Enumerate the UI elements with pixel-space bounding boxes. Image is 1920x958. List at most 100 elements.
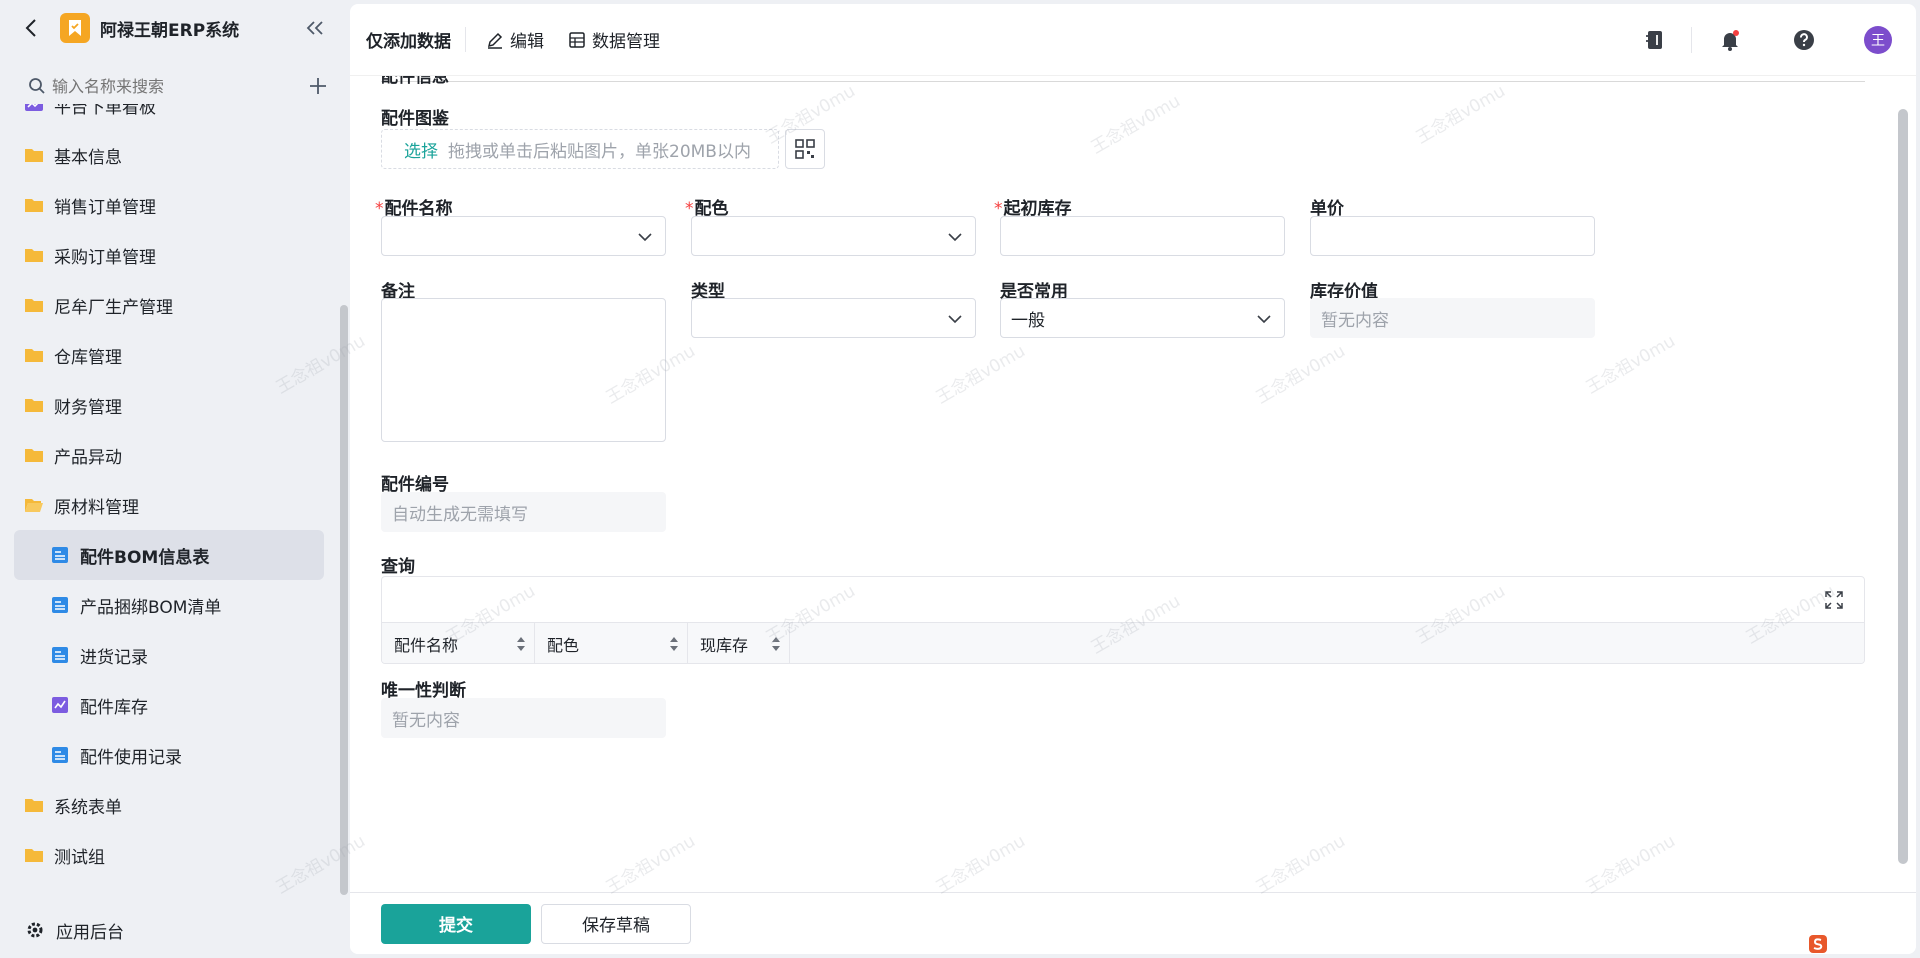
sidebar-item-label: 基本信息 [54, 147, 122, 168]
submit-button[interactable]: 提交 [381, 903, 531, 944]
sidebar-item-raw-materials[interactable]: 原材料管理 [14, 480, 324, 530]
folder-icon [25, 199, 43, 212]
sidebar-item-production[interactable]: 尼牟厂生产管理 [14, 280, 324, 330]
top-toolbar: 仅添加数据 编辑 数据管理 王 [350, 4, 1916, 76]
chevron-down-icon [948, 315, 962, 324]
sidebar-item-label: 进货记录 [80, 647, 148, 668]
sidebar-item-test-group[interactable]: 测试组 [14, 830, 324, 880]
search-input[interactable] [52, 76, 308, 96]
section-title: 配件信息 [381, 76, 1865, 87]
sidebar-item-product-changes[interactable]: 产品异动 [14, 430, 324, 480]
column-header-current-stock[interactable]: 现库存 [688, 623, 790, 663]
sidebar-item-label: 配件库存 [80, 697, 148, 718]
sidebar-item-app-admin[interactable]: 应用后台 [0, 905, 340, 955]
init-stock-input[interactable] [1000, 216, 1285, 256]
table-icon [569, 31, 585, 48]
sort-icon[interactable] [669, 636, 679, 652]
report-chart-icon [52, 697, 68, 713]
type-select[interactable] [691, 298, 976, 338]
sidebar: 阿禄王朝ERP系统 平台下单看板 基本信息 销售订单管理 采购订单管理 [0, 0, 348, 958]
folder-icon [25, 149, 43, 162]
column-header-label: 现库存 [700, 636, 749, 655]
query-subtable: 配件名称 配色 现库存 [381, 576, 1865, 664]
sidebar-item-dashboard[interactable]: 平台下单看板 [14, 104, 324, 130]
page-title: 仅添加数据 [366, 27, 466, 52]
color-select[interactable] [691, 216, 976, 256]
sidebar-item-label: 配件BOM信息表 [80, 547, 210, 568]
dashboard-icon [25, 104, 43, 111]
folder-icon [25, 299, 43, 312]
folder-icon [25, 849, 43, 862]
sidebar-item-finance[interactable]: 财务管理 [14, 380, 324, 430]
collapse-sidebar-icon[interactable] [304, 17, 326, 39]
back-arrow-icon[interactable] [20, 17, 42, 39]
folder-icon [25, 399, 43, 412]
gear-icon [27, 922, 43, 938]
column-header-part-name[interactable]: 配件名称 [382, 623, 535, 663]
sidebar-item-purchase-orders[interactable]: 采购订单管理 [14, 230, 324, 280]
sidebar-item-label: 仓库管理 [54, 347, 122, 368]
input-method-icon[interactable] [1808, 934, 1828, 954]
image-label: 配件图鉴 [381, 109, 449, 129]
unit-price-input[interactable] [1310, 216, 1595, 256]
sidebar-item-label: 销售订单管理 [54, 197, 156, 218]
sidebar-item-label: 系统表单 [54, 797, 122, 818]
sidebar-item-parts-bom[interactable]: 配件BOM信息表 [14, 530, 324, 580]
sidebar-item-bundle-bom[interactable]: 产品捆绑BOM清单 [14, 580, 324, 630]
sidebar-item-parts-usage[interactable]: 配件使用记录 [14, 730, 324, 780]
folder-icon [25, 799, 43, 812]
main-scrollbar[interactable] [1898, 109, 1908, 864]
avatar[interactable]: 王 [1864, 25, 1892, 54]
sidebar-item-purchase-records[interactable]: 进货记录 [14, 630, 324, 680]
sidebar-item-label: 原材料管理 [54, 497, 139, 518]
sidebar-item-label: 尼牟厂生产管理 [54, 297, 173, 318]
part-no-placeholder: 自动生成无需填写 [392, 504, 528, 525]
sidebar-item-label: 采购订单管理 [54, 247, 156, 268]
app-admin-label: 应用后台 [56, 922, 124, 943]
help-icon[interactable] [1790, 26, 1818, 54]
sidebar-item-warehouse[interactable]: 仓库管理 [14, 330, 324, 380]
save-draft-button[interactable]: 保存草稿 [541, 903, 691, 944]
unique-placeholder: 暂无内容 [392, 710, 460, 731]
form-body: 配件信息 配件图鉴 选择 拖拽或单击后粘贴图片，单张20MB以内 *配件名称 *… [350, 76, 1916, 892]
sidebar-header: 阿禄王朝ERP系统 [0, 0, 348, 56]
remark-textarea[interactable] [381, 298, 666, 442]
data-manage-button[interactable]: 数据管理 [556, 27, 672, 52]
data-manage-label: 数据管理 [592, 32, 660, 52]
sort-icon[interactable] [771, 636, 781, 652]
section-title-text: 配件信息 [381, 76, 449, 87]
sort-icon[interactable] [516, 636, 526, 652]
folder-icon [25, 249, 43, 262]
sidebar-item-label: 平台下单看板 [54, 104, 156, 118]
common-select[interactable]: 一般 [1000, 298, 1285, 338]
edit-pencil-icon [487, 32, 503, 49]
edit-button[interactable]: 编辑 [474, 27, 556, 52]
search-icon [29, 78, 45, 94]
notebook-icon[interactable] [1641, 26, 1669, 54]
sidebar-item-system-forms[interactable]: 系统表单 [14, 780, 324, 830]
notification-bell-icon[interactable] [1716, 26, 1744, 54]
sidebar-item-label: 产品捆绑BOM清单 [80, 597, 222, 618]
sidebar-item-basic-info[interactable]: 基本信息 [14, 130, 324, 180]
sidebar-item-label: 财务管理 [54, 397, 122, 418]
qr-code-button[interactable] [785, 129, 825, 169]
column-header-color[interactable]: 配色 [535, 623, 688, 663]
folder-open-icon [25, 499, 43, 512]
form-footer: 提交 保存草稿 [350, 892, 1916, 954]
sidebar-scrollbar[interactable] [340, 305, 348, 895]
fullscreen-expand-icon[interactable] [1824, 590, 1844, 610]
sidebar-item-sales-orders[interactable]: 销售订单管理 [14, 180, 324, 230]
sidebar-item-parts-stock[interactable]: 配件库存 [14, 680, 324, 730]
subtable-toolbar [382, 577, 1864, 623]
part-no-readonly: 自动生成无需填写 [381, 492, 666, 532]
image-upload-area[interactable]: 选择 拖拽或单击后粘贴图片，单张20MB以内 [381, 129, 779, 169]
upload-pick-link[interactable]: 选择 [404, 137, 438, 162]
add-icon[interactable] [308, 76, 328, 96]
toolbar-right: 王 [1595, 25, 1900, 54]
common-select-value: 一般 [1011, 310, 1045, 331]
chevron-down-icon [1257, 315, 1271, 324]
column-header-label: 配件名称 [394, 636, 459, 655]
part-name-select[interactable] [381, 216, 666, 256]
upload-hint: 拖拽或单击后粘贴图片，单张20MB以内 [448, 141, 751, 162]
sidebar-menu: 平台下单看板 基本信息 销售订单管理 采购订单管理 尼牟厂生产管理 仓库管理 财… [14, 104, 324, 890]
